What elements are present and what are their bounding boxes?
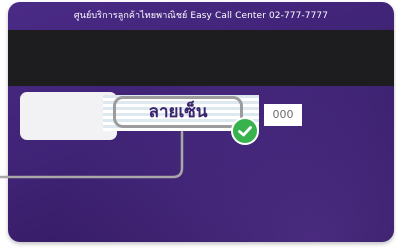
- check-mark: [238, 126, 252, 137]
- cvv-number: 000: [272, 108, 294, 121]
- check-icon: [231, 117, 259, 145]
- magnetic-stripe: [8, 30, 394, 86]
- signature-label: ลายเซ็น: [148, 102, 208, 122]
- call-center-hotline: ศูนย์บริการลูกค้าไทยพาณิชย์ Easy Call Ce…: [73, 11, 329, 21]
